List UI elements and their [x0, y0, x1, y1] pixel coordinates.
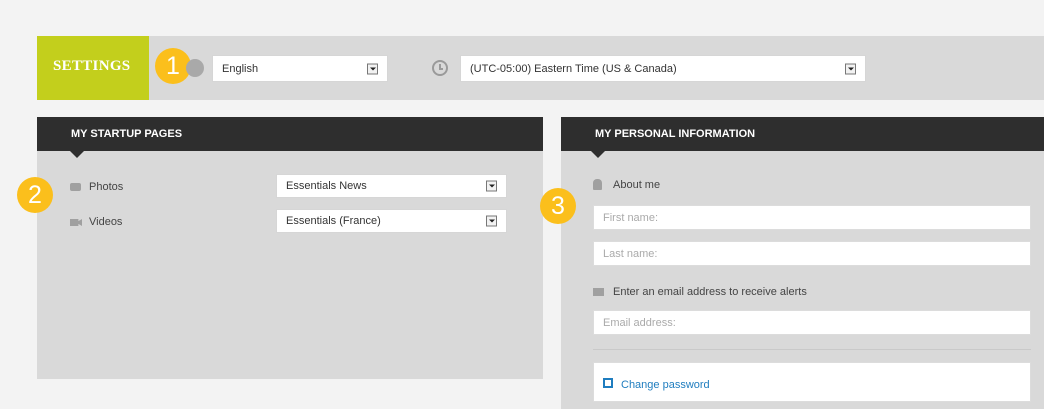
email-alert-label: Enter an email address to receive alerts [613, 286, 807, 298]
timezone-select[interactable]: (UTC-05:00) Eastern Time (US & Canada) [460, 55, 866, 82]
chevron-down-icon[interactable] [486, 215, 497, 227]
clock-icon [432, 60, 448, 76]
user-icon [593, 179, 602, 190]
last-name-field[interactable] [593, 241, 1031, 266]
email-field[interactable] [593, 310, 1031, 335]
settings-tab: SETTINGS [37, 36, 149, 100]
photos-startup-value: Essentials News [286, 180, 367, 192]
startup-pages-title: MY STARTUP PAGES [71, 128, 183, 140]
personal-info-title: MY PERSONAL INFORMATION [595, 128, 756, 140]
first-name-field[interactable] [593, 205, 1031, 230]
camera-icon [70, 183, 81, 191]
photos-label: Photos [89, 181, 124, 193]
chevron-down-icon[interactable] [486, 180, 497, 192]
personal-info-header: MY PERSONAL INFORMATION [561, 117, 1044, 158]
videos-label: Videos [89, 216, 123, 228]
header-notch [70, 151, 84, 158]
last-name-input[interactable] [594, 242, 1030, 265]
chevron-down-icon[interactable] [845, 63, 856, 74]
startup-pages-header: MY STARTUP PAGES [37, 117, 543, 158]
email-input[interactable] [594, 311, 1030, 334]
personal-info-panel: MY PERSONAL INFORMATION About me Enter a… [561, 117, 1044, 409]
about-me-label: About me [613, 179, 661, 191]
envelope-icon [593, 288, 604, 296]
change-password-box: Change password [593, 362, 1031, 402]
callout-badge-3: 3 [540, 188, 576, 224]
divider [593, 349, 1031, 350]
videos-startup-select[interactable]: Essentials (France) [276, 209, 507, 233]
language-select[interactable]: English [212, 55, 388, 82]
header-notch [591, 151, 605, 158]
photos-startup-select[interactable]: Essentials News [276, 174, 507, 198]
callout-badge-2: 2 [17, 177, 53, 213]
settings-title: SETTINGS [53, 58, 131, 74]
language-select-value: English [222, 62, 259, 75]
timezone-select-value: (UTC-05:00) Eastern Time (US & Canada) [470, 62, 677, 75]
edit-icon [603, 378, 613, 388]
chevron-down-icon[interactable] [367, 63, 378, 74]
globe-icon [186, 59, 204, 77]
video-icon [70, 219, 82, 226]
startup-pages-panel: MY STARTUP PAGES Photos Essentials News … [37, 117, 543, 379]
change-password-link[interactable]: Change password [621, 379, 710, 391]
first-name-input[interactable] [594, 206, 1030, 229]
videos-startup-value: Essentials (France) [286, 215, 381, 227]
